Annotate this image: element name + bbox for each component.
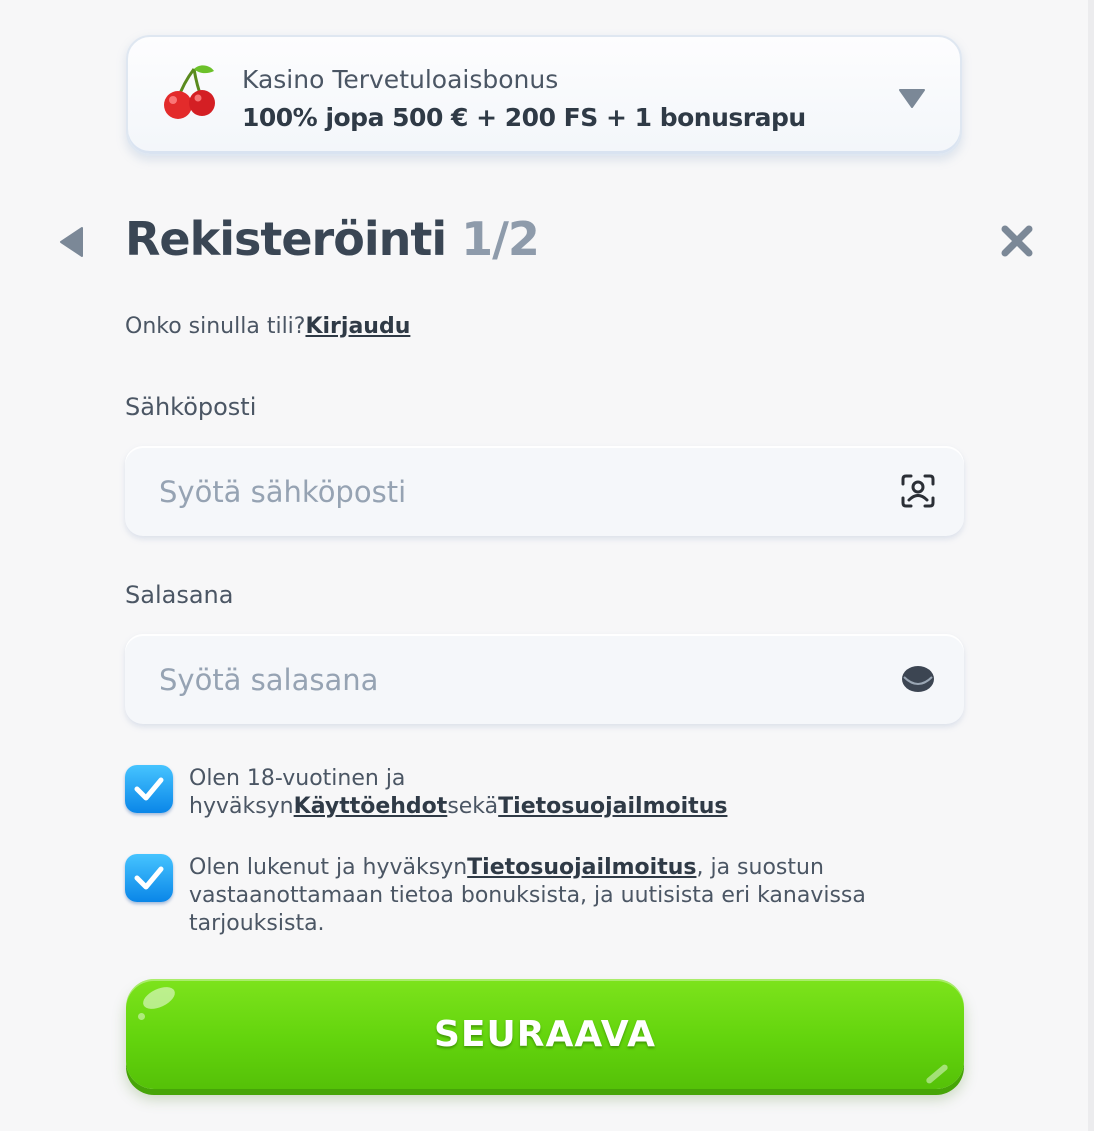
bonus-title: Kasino Tervetuloaisbonus	[242, 65, 559, 94]
next-button-label: SEURAAVA	[433, 1013, 657, 1055]
login-prompt: Onko sinulla tili?Kirjaudu	[125, 314, 410, 339]
password-input[interactable]	[157, 634, 881, 726]
button-shine	[139, 982, 179, 1014]
consent-marketing-text: Olen lukenut ja hyväksynTietosuojailmoit…	[189, 854, 949, 938]
cherry-icon	[164, 65, 215, 119]
password-field-container	[125, 634, 964, 726]
checkmark-icon	[134, 777, 164, 801]
back-arrow-icon[interactable]	[58, 226, 84, 258]
email-input[interactable]	[157, 446, 881, 538]
privacy-link-2[interactable]: Tietosuojailmoitus	[467, 855, 696, 880]
button-shine-dot	[138, 1013, 145, 1020]
chevron-down-icon[interactable]	[898, 87, 926, 109]
consent-marketing-text-start: Olen lukenut ja hyväksyn	[189, 855, 468, 880]
login-prompt-text: Onko sinulla tili?	[125, 314, 306, 339]
consent-terms-text-middle: sekä	[447, 794, 499, 819]
page-title: Rekisteröinti 1/2	[125, 212, 540, 266]
page-title-text: Rekisteröinti	[125, 212, 447, 266]
checkmark-icon	[134, 866, 164, 890]
eye-icon[interactable]	[900, 661, 936, 697]
user-scan-icon[interactable]	[900, 473, 936, 509]
consent-terms-checkbox[interactable]	[125, 765, 173, 813]
step-indicator: 1/2	[461, 212, 540, 266]
button-shine-bottom	[925, 1063, 949, 1085]
login-link[interactable]: Kirjaudu	[305, 314, 410, 339]
consent-marketing-checkbox[interactable]	[125, 854, 173, 902]
close-icon[interactable]	[1000, 224, 1034, 258]
email-label: Sähköposti	[125, 393, 257, 421]
privacy-link[interactable]: Tietosuojailmoitus	[498, 794, 727, 819]
scrollbar-track[interactable]	[1088, 0, 1094, 1131]
consent-terms-text: Olen 18-vuotinen ja hyväksynKäyttöehdots…	[189, 765, 949, 821]
bonus-selector[interactable]: Kasino Tervetuloaisbonus 100% jopa 500 €…	[126, 35, 962, 156]
bonus-offer: 100% jopa 500 € + 200 FS + 1 bonusrapu	[242, 103, 806, 132]
terms-link[interactable]: Käyttöehdot	[294, 794, 448, 819]
password-label: Salasana	[125, 581, 234, 609]
email-field-container	[125, 446, 964, 538]
next-button[interactable]: SEURAAVA	[126, 979, 964, 1089]
